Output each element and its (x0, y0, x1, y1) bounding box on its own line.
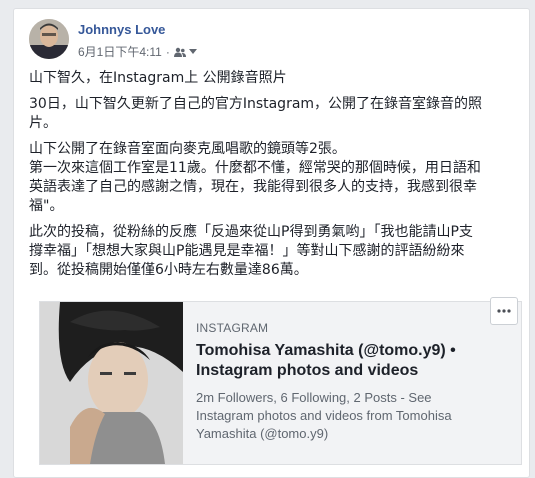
meta-separator: · (165, 44, 170, 59)
post-meta: 6月1日下午4:11 · (78, 43, 197, 60)
post-line: 第一次來這個工作室是11歲。什麼都不懂，經常哭的那個時候，用日語和 (29, 160, 481, 176)
post-line: 片。 (29, 115, 57, 131)
post-paragraph: 此次的投稿，從粉絲的反應「反過來從山P得到勇氣哟」「我也能請山P支 撐幸福」「想… (29, 223, 514, 280)
avatar[interactable] (29, 19, 69, 59)
friends-icon[interactable] (173, 47, 186, 57)
post-line: 福"。 (29, 198, 64, 214)
post-paragraph: 山下智久，在Instagram上 公開錄音照片 (29, 69, 514, 88)
post-line: 山下智久，在Instagram上 公開錄音照片 (29, 70, 287, 86)
more-icon (497, 309, 511, 313)
link-preview-image[interactable] (40, 302, 183, 464)
post-line: 山下公開了在錄音室面向麥克風唱歌的鏡頭等2張。 (29, 141, 346, 157)
post-line: 撐幸福」「想想大家與山P能遇見是幸福！」等對山下感謝的評語紛紛來 (29, 243, 465, 259)
link-desc-line: Instagram photos and videos from Tomohis… (196, 408, 452, 423)
link-title-line: Tomohisa Yamashita (@tomo.y9) • (196, 342, 456, 359)
post-line: 30日，山下智久更新了自己的官方Instagram，公開了在錄音室錄音的照 (29, 96, 483, 112)
post-paragraph: 30日，山下智久更新了自己的官方Instagram，公開了在錄音室錄音的照 片。 (29, 95, 514, 133)
link-title[interactable]: Tomohisa Yamashita (@tomo.y9) • Instagra… (196, 341, 496, 381)
post-line: 此次的投稿，從粉絲的反應「反過來從山P得到勇氣哟」「我也能請山P支 (29, 224, 473, 240)
link-title-line: Instagram photos and videos (196, 362, 419, 379)
post-body: 山下智久，在Instagram上 公開錄音照片 30日，山下智久更新了自己的官方… (29, 69, 514, 287)
post-paragraph: 山下公開了在錄音室面向麥克風唱歌的鏡頭等2張。 第一次來這個工作室是11歲。什麼… (29, 140, 514, 216)
post-timestamp[interactable]: 6月1日下午4:11 (78, 43, 162, 60)
author-name[interactable]: Johnnys Love (78, 22, 165, 37)
link-description: 2m Followers, 6 Following, 2 Posts - See… (196, 389, 496, 443)
post-line: 英語表達了自己的感謝之情，現在，我能得到很多人的支持，我感到很幸 (29, 179, 477, 195)
post-line: 到。從投稿開始僅僅6小時左右數量達86萬。 (29, 262, 308, 278)
link-preview-text: INSTAGRAM Tomohisa Yamashita (@tomo.y9) … (196, 321, 496, 443)
chevron-down-icon[interactable] (188, 48, 197, 55)
link-desc-line: Yamashita (@tomo.y9) (196, 426, 329, 441)
post-card: Johnnys Love 6月1日下午4:11 · 山下智久，在Instagra… (13, 8, 530, 478)
link-desc-line: 2m Followers, 6 Following, 2 Posts - See (196, 390, 432, 405)
more-options-button[interactable] (490, 297, 518, 325)
link-preview-card[interactable]: INSTAGRAM Tomohisa Yamashita (@tomo.y9) … (39, 301, 522, 465)
link-source: INSTAGRAM (196, 321, 269, 335)
post-header: Johnnys Love 6月1日下午4:11 · (29, 19, 509, 61)
